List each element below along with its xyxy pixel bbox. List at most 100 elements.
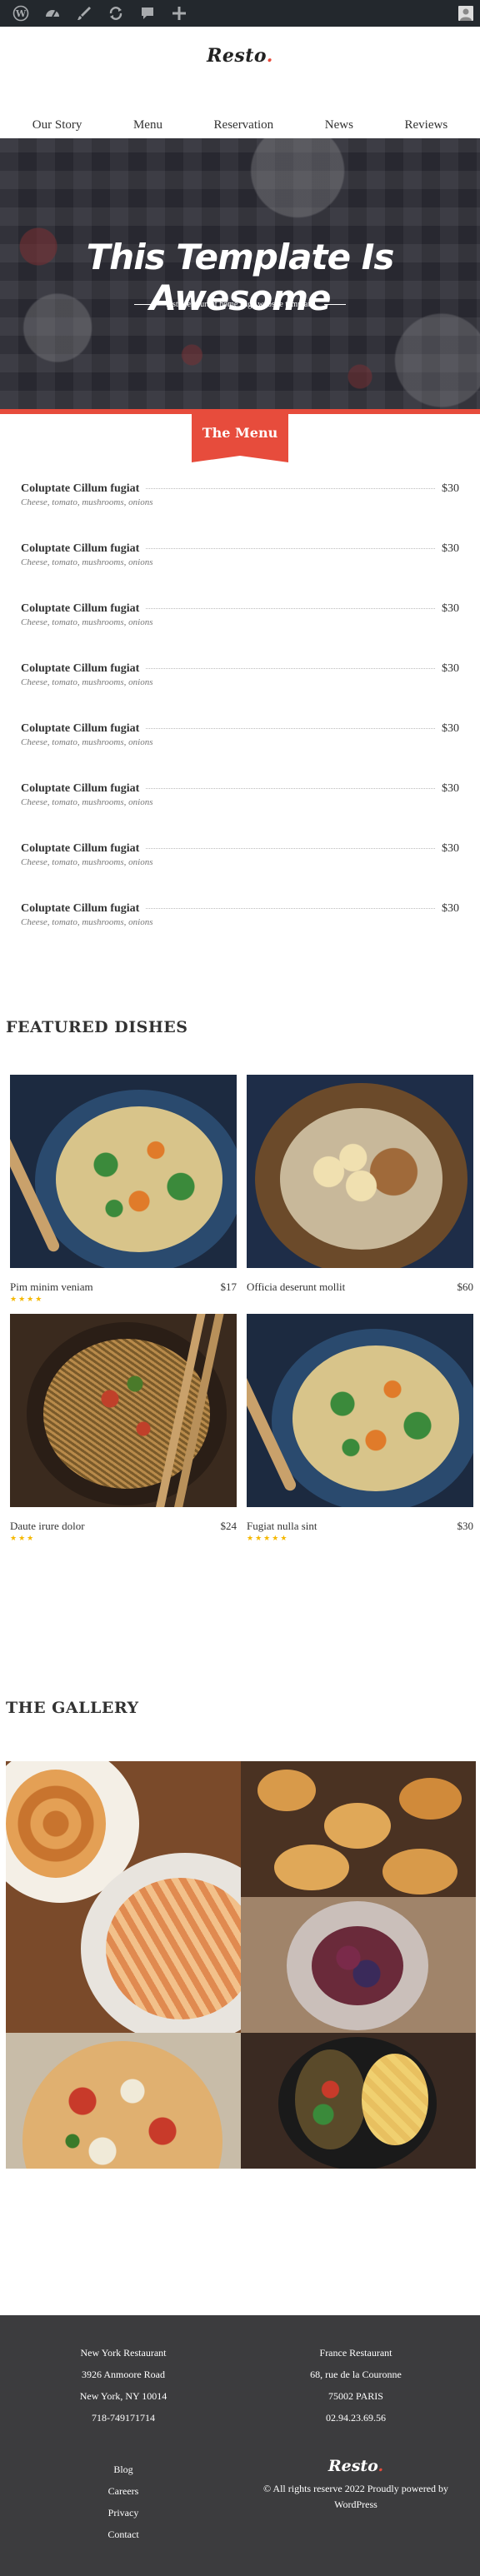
menu-item-name: Coluptate Cillum fugiat [21, 662, 140, 675]
menu-item: Coluptate Cillum fugiat $30 Cheese, tomat… [21, 482, 459, 542]
updates-icon[interactable] [100, 0, 132, 27]
gallery-image[interactable] [6, 1761, 241, 2033]
new-content-icon[interactable] [163, 0, 195, 27]
footer-link-careers[interactable]: Careers [40, 2480, 207, 2502]
dishes-grid: Pim minim veniam $17 ★★★★ Officia deserun… [0, 1075, 480, 1553]
footer-links: Blog Careers Privacy Contact [40, 2459, 207, 2545]
dish-image[interactable] [10, 1075, 237, 1268]
menu-item-name: Coluptate Cillum fugiat [21, 902, 140, 915]
menu-item-description: Cheese, tomato, mushrooms, onions [21, 557, 153, 567]
footer-link-contact[interactable]: Contact [40, 2524, 207, 2545]
gallery-grid [0, 1761, 480, 2169]
star-icon: ★ [27, 1535, 36, 1543]
dish-name[interactable]: Daute irure dolor [10, 1520, 85, 1533]
gallery-image[interactable] [241, 1897, 476, 2033]
dish-card[interactable]: Officia deserunt mollit $60 [247, 1075, 473, 1314]
site-logo[interactable]: Resto. [0, 45, 480, 67]
menu-item: Coluptate Cillum fugiat $30 Cheese, tomat… [21, 902, 459, 962]
dish-image[interactable] [247, 1075, 473, 1268]
star-icon: ★ [247, 1535, 256, 1543]
star-icon: ★ [10, 1535, 19, 1543]
menu-title-badge: The Menu [192, 409, 288, 462]
star-icon: ★ [272, 1535, 281, 1543]
menu-item-price: $30 [442, 722, 459, 735]
menu-item-description: Cheese, tomato, mushrooms, onions [21, 617, 153, 627]
menu-item: Coluptate Cillum fugiat $30 Cheese, tomat… [21, 842, 459, 902]
customize-icon[interactable] [68, 0, 100, 27]
featured-dishes-section: FEATURED DISHES Pim minim veniam $17 ★★★★… [0, 1018, 480, 1699]
footer-brand: Resto. © All rights reserve 2022 Proudly… [248, 2459, 464, 2513]
menu-item-price: $30 [442, 602, 459, 615]
gallery-image[interactable] [241, 1761, 476, 1897]
svg-text:W: W [15, 8, 27, 19]
menu-item-description: Cheese, tomato, mushrooms, onions [21, 797, 153, 807]
dish-name[interactable]: Pim minim veniam [10, 1281, 93, 1294]
menu-item: Coluptate Cillum fugiat $30 Cheese, tomat… [21, 782, 459, 842]
dish-image[interactable] [10, 1314, 237, 1507]
menu-item: Coluptate Cillum fugiat $30 Cheese, tomat… [21, 602, 459, 662]
menu-list: Coluptate Cillum fugiat $30 Cheese, tomat… [0, 464, 480, 962]
menu-item-price: $30 [442, 482, 459, 495]
star-icon: ★ [18, 1295, 28, 1304]
menu-item-price: $30 [442, 842, 459, 855]
menu-item-price: $30 [442, 542, 459, 555]
menu-item-description: Cheese, tomato, mushrooms, onions [21, 917, 153, 927]
divider [134, 304, 157, 305]
comments-icon[interactable] [132, 0, 163, 27]
wordpress-link[interactable]: WordPress [248, 2497, 464, 2513]
star-icon: ★ [35, 1295, 44, 1304]
site-footer: New York Restaurant 3926 Anmoore Road Ne… [0, 2315, 480, 2576]
nav-item-reservation[interactable]: Reservation [214, 118, 274, 132]
copyright-text: © All rights reserve 2022 Proudly powere… [262, 2483, 449, 2494]
menu-item-price: $30 [442, 662, 459, 675]
hero-subtitle: resto restaurant home page website templ… [0, 300, 480, 309]
menu-item: Coluptate Cillum fugiat $30 Cheese, tomat… [21, 542, 459, 602]
star-icon: ★ [280, 1535, 289, 1543]
gallery-image[interactable] [6, 2033, 241, 2169]
menu-item-description: Cheese, tomato, mushrooms, onions [21, 497, 153, 507]
menu-item-name: Coluptate Cillum fugiat [21, 482, 140, 495]
rating-stars: ★★★★★ [247, 1535, 473, 1543]
star-icon: ★ [27, 1295, 36, 1304]
nav-item-reviews[interactable]: Reviews [405, 118, 448, 132]
dish-price: $17 [220, 1281, 238, 1293]
menu-item-description: Cheese, tomato, mushrooms, onions [21, 737, 153, 747]
menu-item-price: $30 [442, 902, 459, 915]
star-icon: ★ [255, 1535, 264, 1543]
nav-item-menu[interactable]: Menu [133, 118, 162, 132]
dish-card[interactable]: Daute irure dolor $24 ★★★ [10, 1314, 237, 1553]
footer-link-privacy[interactable]: Privacy [40, 2502, 207, 2524]
footer-fr-address: France Restaurant 68, rue de la Couronne… [310, 2347, 402, 2424]
dish-price: $30 [457, 1520, 474, 1532]
dish-card[interactable]: Pim minim veniam $17 ★★★★ [10, 1075, 237, 1314]
menu-item-name: Coluptate Cillum fugiat [21, 722, 140, 735]
dish-name[interactable]: Fugiat nulla sint [247, 1520, 318, 1533]
menu-item: Coluptate Cillum fugiat $30 Cheese, tomat… [21, 722, 459, 782]
footer-link-blog[interactable]: Blog [40, 2459, 207, 2480]
nav-item-our-story[interactable]: Our Story [32, 118, 82, 132]
admin-bar: W [0, 0, 480, 27]
site-header: Resto. Our Story Menu Reservation News R… [0, 27, 480, 138]
dashboard-icon[interactable] [37, 0, 68, 27]
dish-card[interactable]: Fugiat nulla sint $30 ★★★★★ [247, 1314, 473, 1553]
featured-dishes-title: FEATURED DISHES [6, 1018, 188, 1036]
menu-item-name: Coluptate Cillum fugiat [21, 782, 140, 795]
star-icon: ★ [263, 1535, 272, 1543]
dish-image[interactable] [247, 1314, 473, 1507]
hero-subtitle-text: resto restaurant home page website templ… [166, 300, 314, 309]
footer-ny-address: New York Restaurant 3926 Anmoore Road Ne… [79, 2347, 168, 2424]
avatar[interactable] [458, 6, 473, 21]
nav-item-news[interactable]: News [325, 118, 353, 132]
menu-item-name: Coluptate Cillum fugiat [21, 842, 140, 855]
menu-item: Coluptate Cillum fugiat $30 Cheese, tomat… [21, 662, 459, 722]
menu-item-name: Coluptate Cillum fugiat [21, 602, 140, 615]
footer-logo[interactable]: Resto. [248, 2459, 464, 2474]
rating-stars: ★★★ [10, 1535, 237, 1543]
dish-price: $60 [457, 1281, 474, 1293]
gallery-image[interactable] [241, 2033, 476, 2169]
divider [323, 304, 346, 305]
dish-name[interactable]: Officia deserunt mollit [247, 1281, 345, 1294]
dish-price: $24 [220, 1520, 238, 1532]
wordpress-icon[interactable]: W [5, 0, 37, 27]
star-icon: ★ [10, 1295, 19, 1304]
